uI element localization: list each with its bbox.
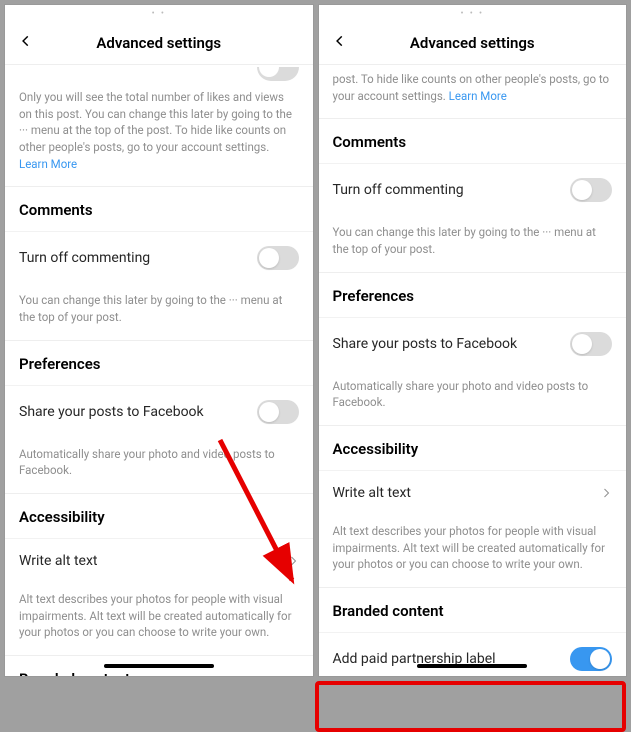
accessibility-section-title: Accessibility [5, 493, 313, 538]
share-fb-toggle[interactable] [570, 332, 612, 356]
paid-partnership-row[interactable]: Add paid partnership label [319, 632, 627, 677]
chevron-right-icon [287, 555, 299, 567]
phone-right: • • • Advanced settings post. To hide li… [318, 4, 628, 677]
share-fb-row[interactable]: Share your posts to Facebook [319, 317, 627, 370]
share-fb-toggle[interactable] [257, 400, 299, 424]
share-fb-label: Share your posts to Facebook [19, 404, 257, 420]
back-button[interactable] [15, 32, 37, 54]
turn-off-commenting-row[interactable]: Turn off commenting [319, 163, 627, 216]
comments-section-title: Comments [319, 118, 627, 163]
comments-section-title: Comments [5, 186, 313, 231]
back-button[interactable] [329, 32, 351, 54]
content: Only you will see the total number of li… [5, 65, 313, 677]
hide-likes-helper-clipped: post. To hide like counts on other peopl… [319, 65, 627, 118]
hide-likes-toggle-clipped[interactable] [257, 67, 299, 81]
page-title: Advanced settings [410, 34, 535, 52]
content: post. To hide like counts on other peopl… [319, 65, 627, 677]
prefs-helper: Automatically share your photo and video… [319, 370, 627, 425]
share-fb-label: Share your posts to Facebook [333, 336, 571, 352]
accessibility-section-title: Accessibility [319, 425, 627, 470]
accessibility-helper: Alt text describes your photos for peopl… [5, 583, 313, 655]
back-icon [333, 33, 347, 52]
header: Advanced settings [319, 21, 627, 65]
hide-likes-helper: Only you will see the total number of li… [5, 81, 313, 186]
comments-helper: You can change this later by going to th… [5, 284, 313, 339]
phone-left: • • Advanced settings Only you will see … [4, 4, 314, 677]
write-alt-text-label: Write alt text [333, 485, 601, 501]
preferences-section-title: Preferences [319, 272, 627, 317]
write-alt-text-row[interactable]: Write alt text [319, 470, 627, 515]
turn-off-commenting-label: Turn off commenting [19, 250, 257, 266]
write-alt-text-row[interactable]: Write alt text [5, 538, 313, 583]
prefs-helper: Automatically share your photo and video… [5, 438, 313, 493]
learn-more-link[interactable]: Learn More [449, 89, 507, 103]
status-dots: • • • [319, 5, 627, 21]
status-dots: • • [5, 5, 313, 21]
back-icon [19, 33, 33, 52]
page-title: Advanced settings [96, 34, 221, 52]
turn-off-commenting-label: Turn off commenting [333, 182, 571, 198]
chevron-right-icon [600, 487, 612, 499]
turn-off-commenting-toggle[interactable] [570, 178, 612, 202]
share-fb-row[interactable]: Share your posts to Facebook [5, 385, 313, 438]
home-indicator [104, 664, 214, 668]
write-alt-text-label: Write alt text [19, 553, 287, 569]
header: Advanced settings [5, 21, 313, 65]
turn-off-commenting-toggle[interactable] [257, 246, 299, 270]
branded-content-section-title: Branded content [319, 587, 627, 632]
home-indicator [417, 664, 527, 668]
accessibility-helper: Alt text describes your photos for peopl… [319, 515, 627, 587]
paid-partnership-toggle[interactable] [570, 647, 612, 671]
comments-helper: You can change this later by going to th… [319, 216, 627, 271]
learn-more-link[interactable]: Learn More [19, 157, 77, 171]
preferences-section-title: Preferences [5, 340, 313, 385]
turn-off-commenting-row[interactable]: Turn off commenting [5, 231, 313, 284]
annotation-highlight [315, 681, 627, 732]
